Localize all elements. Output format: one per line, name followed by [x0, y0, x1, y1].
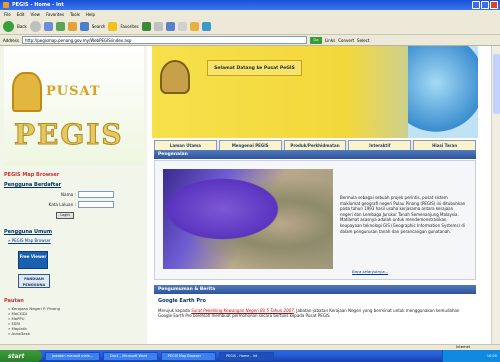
- welcome-message: Selamat Datang ke Pusat PeGIS: [207, 60, 302, 76]
- free-viewer-button[interactable]: Free Viewer: [18, 251, 48, 269]
- scrollbar-thumb[interactable]: [493, 54, 500, 114]
- news-text: Merujuk kepada Surat Pekeliling Kewangan…: [158, 308, 472, 318]
- menu-tools[interactable]: Tools: [70, 12, 80, 17]
- pengenalan-heading: Pengenalan: [154, 150, 476, 159]
- messenger-icon[interactable]: [201, 21, 211, 31]
- forward-arrow-icon[interactable]: [29, 20, 41, 32]
- minimize-button[interactable]: [472, 1, 480, 9]
- pengenalan-section: Bermula sebagai sebuah projek perintis, …: [154, 160, 476, 280]
- task-item-3[interactable]: PEGIS Map Browser: [161, 351, 216, 361]
- news-title: Google Earth Pro: [158, 298, 206, 304]
- media-icon[interactable]: [141, 21, 151, 31]
- favorites-star-icon[interactable]: [108, 21, 118, 31]
- links-list: » Kerajaan Negeri P. Pinang » MaCGDI » M…: [8, 306, 144, 336]
- internet-zone-label: Internet: [456, 345, 470, 349]
- window-title: PEGIS - Home - Int: [12, 2, 64, 8]
- registered-user-title: Pengguna Berdaftar: [4, 182, 62, 188]
- links-title: Pautan: [4, 298, 24, 304]
- menu-edit[interactable]: Edit: [17, 12, 25, 17]
- page-viewport: PUSAT PEGIS PEGIS Map Browser Pengguna B…: [0, 46, 491, 344]
- intro-text: Bermula sebagai sebuah projek perintis, …: [340, 195, 466, 234]
- login-button[interactable]: Login: [56, 212, 74, 219]
- penang-crest-logo: [12, 72, 42, 112]
- name-field[interactable]: [78, 191, 114, 198]
- task-item-2[interactable]: Doc1 - Microsoft Word: [103, 351, 158, 361]
- name-row: Nama :: [4, 191, 144, 198]
- public-user-title: Pengguna Umum: [4, 229, 53, 235]
- home-icon[interactable]: [67, 21, 77, 31]
- password-field[interactable]: [78, 201, 114, 208]
- go-button[interactable]: Go: [309, 36, 322, 44]
- header-banner: Selamat Datang ke Pusat PeGIS: [152, 46, 478, 138]
- stop-icon[interactable]: [43, 21, 53, 31]
- search-icon[interactable]: [79, 21, 89, 31]
- state-crest-icon: [160, 60, 190, 94]
- logo-pegis-text: PEGIS: [14, 118, 124, 152]
- name-label: Nama :: [60, 192, 76, 197]
- favorites-label[interactable]: Favorites: [120, 24, 138, 29]
- read-more-link[interactable]: Baca selanjutnya...: [352, 269, 388, 274]
- address-input[interactable]: http://pegismap.penang.gov.my/WebPEGIS/i…: [21, 36, 307, 44]
- mail-icon[interactable]: [165, 21, 175, 31]
- close-button[interactable]: [490, 1, 498, 9]
- menu-file[interactable]: File: [4, 12, 11, 17]
- map-browser-title: PEGIS Map Browser: [4, 172, 60, 178]
- vertical-scrollbar[interactable]: [491, 46, 500, 344]
- news-heading: Pengumuman & Berita: [154, 285, 476, 294]
- back-label[interactable]: Back: [17, 24, 27, 29]
- main-content: Selamat Datang ke Pusat PeGIS Laman Utam…: [148, 46, 478, 344]
- history-icon[interactable]: [153, 21, 163, 31]
- password-row: Kata Laluan :: [4, 201, 144, 208]
- windows-taskbar: start Jawatan misrosit mata... Doc1 - Mi…: [0, 350, 500, 362]
- window-controls: [472, 1, 498, 9]
- user-guide-button[interactable]: PANDUAN PENGGUNA: [18, 274, 50, 288]
- logo-panel: PUSAT PEGIS: [4, 46, 144, 166]
- satellite-image: [163, 169, 333, 269]
- menu-favorites[interactable]: Favorites: [46, 12, 64, 17]
- refresh-icon[interactable]: [55, 21, 65, 31]
- convert-button[interactable]: Convert: [338, 38, 354, 43]
- task-item-4[interactable]: PEGIS - Home - Int: [219, 351, 274, 361]
- logo-pusat-text: PUSAT: [46, 84, 101, 99]
- search-label[interactable]: Search: [92, 24, 106, 29]
- start-button[interactable]: start: [0, 350, 42, 362]
- maximize-button[interactable]: [481, 1, 489, 9]
- menu-bar: File Edit View Favorites Tools Help: [0, 10, 500, 18]
- ie-app-icon: [3, 2, 9, 8]
- public-map-browser-link[interactable]: » PEGIS Map Browser: [8, 238, 144, 243]
- globe-image: [408, 46, 478, 138]
- task-item-1[interactable]: Jawatan misrosit mata...: [45, 351, 100, 361]
- address-label: Address: [3, 37, 19, 43]
- select-button[interactable]: Select: [357, 38, 369, 43]
- menu-view[interactable]: View: [30, 12, 40, 17]
- folder-icon[interactable]: [189, 21, 199, 31]
- news-section: Google Earth Pro Merujuk kepada Surat Pe…: [154, 295, 476, 344]
- window-titlebar[interactable]: PEGIS - Home - Int: [0, 0, 500, 10]
- left-column: PUSAT PEGIS PEGIS Map Browser Pengguna B…: [0, 46, 147, 344]
- links-label[interactable]: Links: [325, 38, 335, 43]
- link-autodesk[interactable]: » AutoDesk: [8, 331, 144, 336]
- address-bar: Address http://pegismap.penang.gov.my/We…: [0, 35, 500, 46]
- print-icon[interactable]: [177, 21, 187, 31]
- password-label: Kata Laluan :: [48, 202, 76, 207]
- browser-toolbar: Back Search Favorites: [0, 18, 500, 35]
- system-tray-clock: 10:00: [442, 350, 500, 362]
- menu-help[interactable]: Help: [86, 12, 95, 17]
- back-arrow-icon[interactable]: [3, 20, 14, 32]
- sidebar: PEGIS Map Browser Pengguna Berdaftar Nam…: [4, 168, 144, 336]
